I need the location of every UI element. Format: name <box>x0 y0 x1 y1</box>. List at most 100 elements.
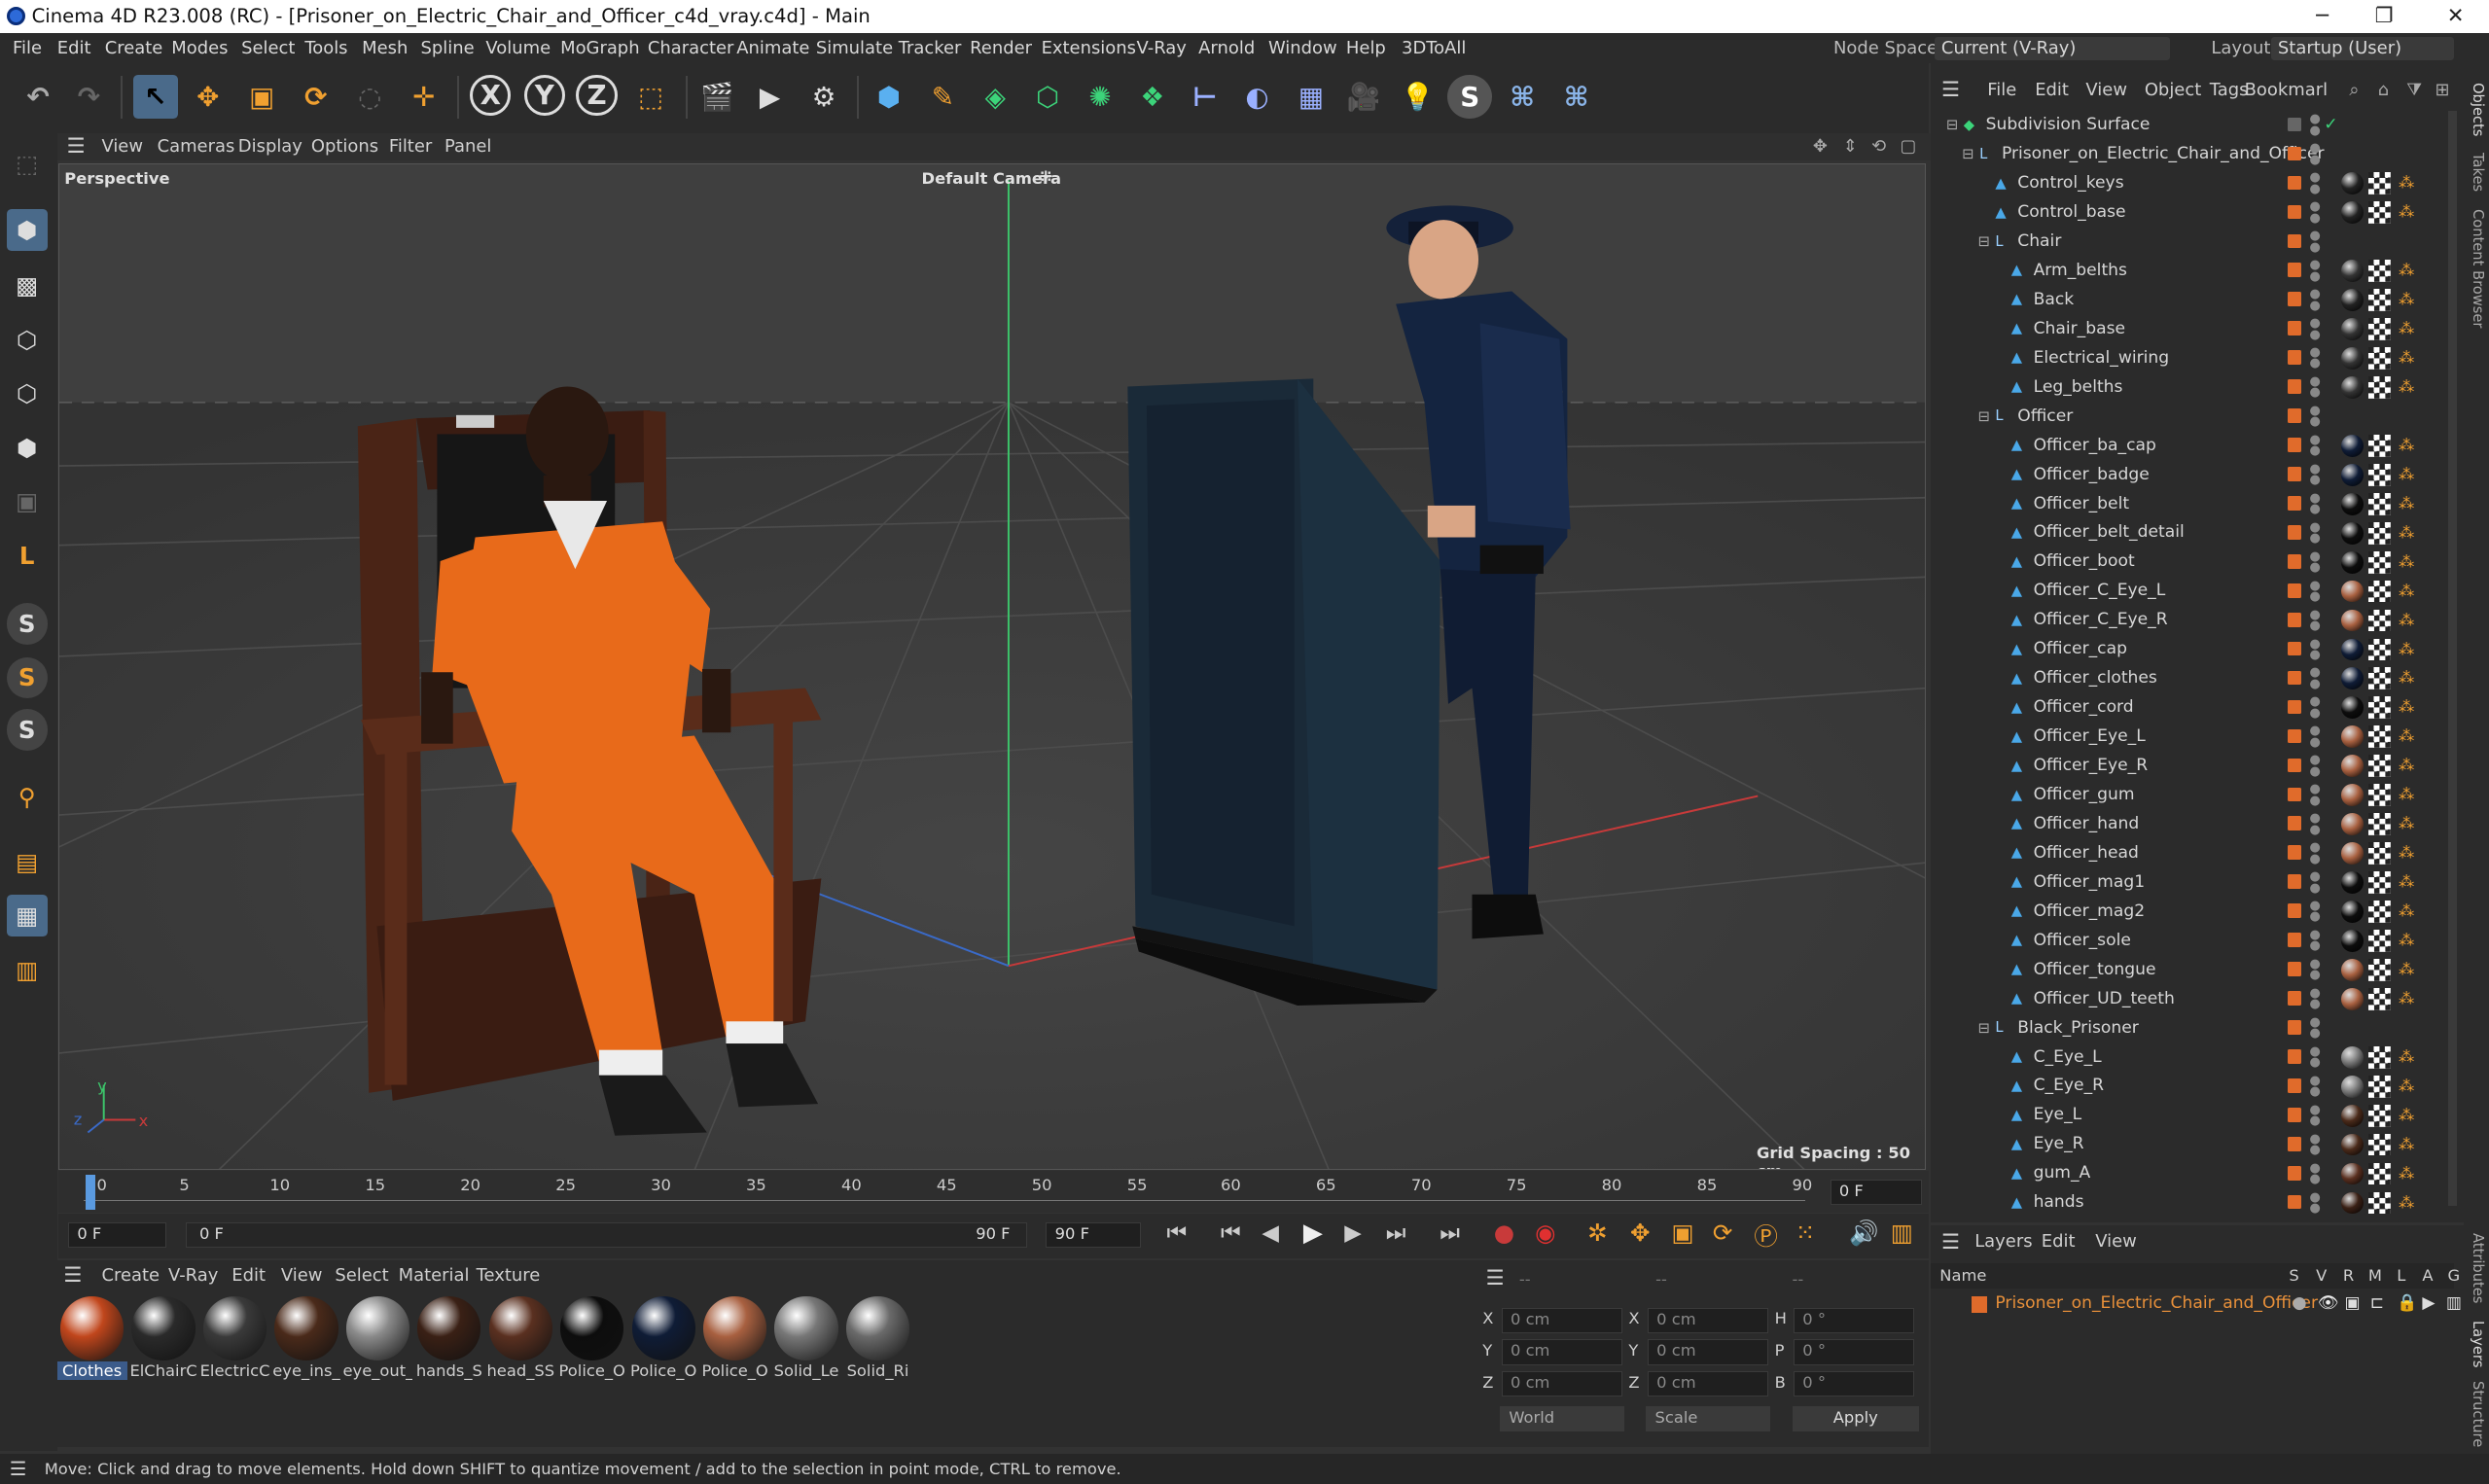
menu-modes[interactable]: Modes <box>171 33 228 63</box>
object-row[interactable]: ▲ Officer_cap ● ● ⁂ <box>1931 635 2438 663</box>
python-script-icon[interactable]: ⌘ <box>1500 75 1545 120</box>
locked-workplane-icon[interactable]: ▦ <box>6 895 48 936</box>
material-tag-icon[interactable] <box>2341 201 2365 225</box>
layer-menu-edit[interactable]: Edit <box>2042 1231 2076 1252</box>
coord-value-field[interactable]: 0 ° <box>1794 1339 1915 1365</box>
snap-2-icon[interactable]: S <box>6 709 48 751</box>
menu-mesh[interactable]: Mesh <box>362 33 408 63</box>
make-editable-icon[interactable]: ⬚ <box>7 143 48 184</box>
material-hamburger-icon[interactable]: ☰ <box>63 1260 82 1292</box>
visibility-dots-icon[interactable]: ● ● <box>2310 958 2321 981</box>
texture-tag-icon[interactable] <box>2367 813 2391 836</box>
material-tag-icon[interactable] <box>2341 492 2365 515</box>
texture-tag-icon[interactable] <box>2367 696 2391 720</box>
visibility-dots-icon[interactable]: ● ● <box>2310 259 2321 282</box>
object-name[interactable]: Officer <box>2017 403 2073 431</box>
menu-tools[interactable]: Tools <box>304 33 347 63</box>
menu-3dtoall[interactable]: 3DToAll <box>1402 33 1466 63</box>
layer-menu-layers[interactable]: Layers <box>1974 1231 2032 1252</box>
material-tag-icon[interactable] <box>2341 1162 2365 1185</box>
mograph-icon[interactable]: ❖ <box>1130 75 1175 120</box>
keyframe-selection-icon[interactable]: ✲ <box>1587 1219 1608 1247</box>
vray-tag-icon[interactable]: ⁂ <box>2399 959 2418 981</box>
vray-icon[interactable]: S <box>1447 74 1493 120</box>
texture-tag-icon[interactable] <box>2367 434 2391 457</box>
material-tag-icon[interactable] <box>2341 580 2365 603</box>
texture-tag-icon[interactable] <box>2367 958 2391 981</box>
object-row[interactable]: ▲ Officer_boot ● ● ⁂ <box>1931 548 2438 576</box>
snap-icon[interactable]: S <box>6 603 48 645</box>
apply-button[interactable]: Apply <box>1792 1405 1920 1432</box>
axis-mode-icon[interactable]: L <box>7 535 48 576</box>
coord-mode-dropdown[interactable]: Scale <box>1646 1405 1770 1432</box>
material-tag-icon[interactable] <box>2341 260 2365 283</box>
menu-extensions[interactable]: Extensions <box>1042 33 1136 63</box>
layer-lock-icon[interactable]: 🔒 <box>2397 1290 2417 1316</box>
coord-value-field[interactable]: 0 cm <box>1501 1371 1622 1397</box>
object-name[interactable]: Eye_L <box>2034 1101 2082 1129</box>
object-row[interactable]: L ⊟ Black_Prisoner ● ● <box>1931 1014 2438 1042</box>
material-tag-icon[interactable] <box>2341 813 2365 836</box>
object-row[interactable]: ▲ Officer_sole ● ● ⁂ <box>1931 927 2438 955</box>
visibility-dots-icon[interactable]: ● ● <box>2310 375 2321 399</box>
floor-icon[interactable]: ▦ <box>1289 75 1333 120</box>
object-name[interactable]: Officer_clothes <box>2034 664 2157 692</box>
z-axis-lock-icon[interactable]: Z <box>576 74 618 117</box>
material-tag-icon[interactable] <box>2341 842 2365 865</box>
layer-color-dot[interactable] <box>2287 117 2302 132</box>
material-tag-icon[interactable] <box>2341 1104 2365 1127</box>
layer-animation-icon[interactable]: ▶ <box>2422 1290 2435 1316</box>
texture-tag-icon[interactable] <box>2367 1104 2391 1127</box>
material-tag-icon[interactable] <box>2341 1133 2365 1156</box>
vray-tag-icon[interactable]: ⁂ <box>2399 813 2418 835</box>
menu-spline[interactable]: Spline <box>420 33 474 63</box>
material-swatch[interactable] <box>702 1296 767 1360</box>
material-tag-icon[interactable] <box>2341 755 2365 778</box>
render-settings-icon[interactable]: ⚙ <box>801 75 846 120</box>
layer-color-dot[interactable] <box>2287 379 2302 394</box>
viewport-maximize-icon[interactable]: ▢ <box>1901 133 1917 160</box>
material-name[interactable]: ElChairC <box>128 1361 198 1380</box>
texture-tag-icon[interactable] <box>2367 463 2391 486</box>
texture-tag-icon[interactable] <box>2367 1133 2391 1156</box>
visibility-dots-icon[interactable]: ● ● <box>2310 841 2321 865</box>
object-row[interactable]: L ⊟ Officer ● ● <box>1931 403 2438 431</box>
visibility-dots-icon[interactable]: ● ● <box>2310 724 2321 748</box>
deformer-icon[interactable]: ⊢ <box>1183 75 1227 120</box>
redo-icon[interactable]: ↷ <box>67 75 112 120</box>
material-swatch[interactable] <box>417 1296 481 1360</box>
undo-icon[interactable]: ↶ <box>16 75 60 120</box>
visibility-dots-icon[interactable]: ● ● <box>2310 929 2321 952</box>
material-tag-icon[interactable] <box>2341 725 2365 749</box>
texture-tag-icon[interactable] <box>2367 550 2391 574</box>
object-name[interactable]: Officer_tongue <box>2034 956 2156 984</box>
material-name[interactable]: ElectricC <box>200 1361 270 1380</box>
object-row[interactable]: ▲ Officer_tongue ● ● ⁂ <box>1931 956 2438 984</box>
menu-tracker[interactable]: Tracker <box>899 33 962 63</box>
vray-tag-icon[interactable]: ⁂ <box>2399 376 2418 399</box>
vray-tag-icon[interactable]: ⁂ <box>2399 201 2418 224</box>
node-space-dropdown[interactable]: Current (V-Ray) <box>1935 36 2170 60</box>
python-script-2-icon[interactable]: ⌘ <box>1554 75 1599 120</box>
object-row[interactable]: ▲ Officer_cord ● ● ⁂ <box>1931 693 2438 722</box>
magnet-icon[interactable]: ⚲ <box>7 776 48 817</box>
object-row[interactable]: ◆ ⊟ Subdivision Surface ✓ ● ● <box>1931 111 2438 139</box>
menu-window[interactable]: Window <box>1268 33 1337 63</box>
visibility-dots-icon[interactable]: ● ● <box>2310 609 2321 632</box>
layer-color-dot[interactable] <box>2287 583 2302 598</box>
object-row[interactable]: ▲ Officer_hand ● ● ⁂ <box>1931 810 2438 838</box>
scale-tool-icon[interactable]: ▣ <box>239 75 284 120</box>
vray-tag-icon[interactable]: ⁂ <box>2399 347 2418 370</box>
visibility-dots-icon[interactable]: ● ● <box>2310 230 2321 253</box>
vray-tag-icon[interactable]: ⁂ <box>2399 1163 2418 1185</box>
material-tag-icon[interactable] <box>2341 784 2365 807</box>
object-name[interactable]: Officer_boot <box>2034 548 2135 576</box>
texture-tag-icon[interactable] <box>2367 347 2391 370</box>
viewport-menu-options[interactable]: Options <box>311 133 378 160</box>
object-row[interactable]: ▲ Officer_Eye_L ● ● ⁂ <box>1931 723 2438 751</box>
material-tag-icon[interactable] <box>2341 871 2365 894</box>
mat-menu-select[interactable]: Select <box>335 1260 388 1292</box>
snap-settings-icon[interactable]: S <box>6 656 48 699</box>
object-row[interactable]: ▲ Eye_R ● ● ⁂ <box>1931 1130 2438 1158</box>
object-row[interactable]: ▲ Control_base ● ● ⁂ <box>1931 198 2438 227</box>
